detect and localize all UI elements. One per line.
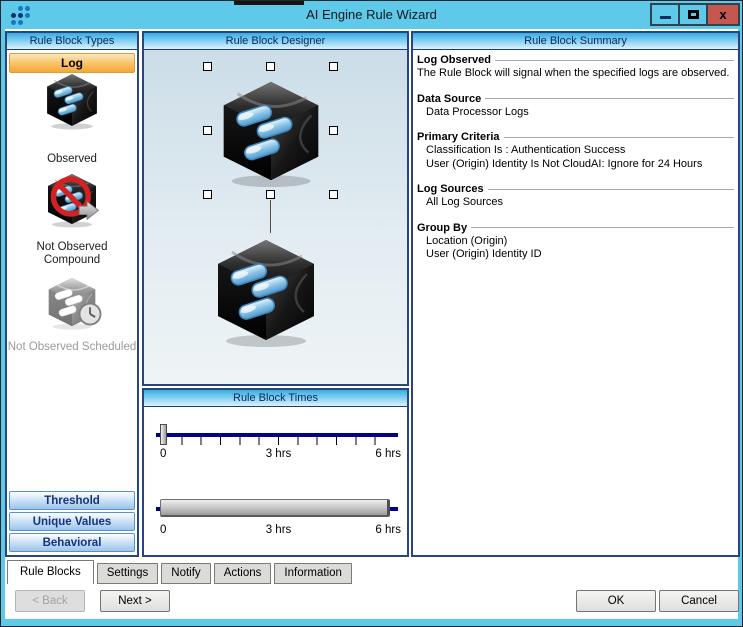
window-title: AI Engine Rule Wizard <box>1 7 742 22</box>
tick-label-3hrs: 3 hrs <box>266 448 292 460</box>
heading-divider <box>471 227 734 228</box>
time-slider-thumb[interactable] <box>160 424 167 445</box>
rule-block-designer-header: Rule Block Designer <box>144 33 407 50</box>
selection-handle-w[interactable] <box>203 126 212 135</box>
section-heading: Log Sources <box>417 182 484 196</box>
type-item-not-observed-compound[interactable]: Not Observed Compound <box>7 241 137 267</box>
summary-body: Log Observed The Rule Block will signal … <box>413 50 738 555</box>
section-line: User (Origin) Identity ID <box>417 248 734 262</box>
selection-handle-e[interactable] <box>329 126 338 135</box>
not-observed-scheduled-icon[interactable] <box>43 273 101 331</box>
close-button[interactable]: x <box>706 3 740 26</box>
rule-block-times-panel: Rule Block Times 0 3 hrs 6 hrs 0 3 hrs 6… <box>142 388 409 557</box>
window-controls: x <box>652 3 740 26</box>
ai-engine-rule-wizard-window: AI Engine Rule Wizard x Rule Block Types… <box>0 0 743 627</box>
selection-handle-sw[interactable] <box>203 190 212 199</box>
designer-canvas[interactable] <box>144 50 407 384</box>
section-heading: Data Source <box>417 92 481 106</box>
tick-label-3hrs: 3 hrs <box>266 524 292 536</box>
rule-block-cube-second[interactable] <box>206 230 326 350</box>
unique-values-button[interactable]: Unique Values <box>9 512 135 531</box>
observed-cube-icon[interactable] <box>41 69 103 131</box>
range-slider-bar[interactable] <box>160 499 390 517</box>
range-slider-labels: 0 3 hrs 6 hrs <box>156 524 401 537</box>
time-slider-ticks <box>162 437 394 445</box>
tab-settings[interactable]: Settings <box>97 563 159 584</box>
rule-block-types-header: Rule Block Types <box>7 33 137 50</box>
heading-divider <box>495 60 734 61</box>
tab-information[interactable]: Information <box>274 563 352 584</box>
next-button[interactable]: Next > <box>100 590 170 612</box>
selection-handle-s[interactable] <box>266 190 275 199</box>
section-line: All Log Sources <box>417 196 734 210</box>
section-line: Data Processor Logs <box>417 106 734 120</box>
tick-label-0: 0 <box>160 448 166 460</box>
maximize-button[interactable] <box>678 3 708 26</box>
section-heading: Group By <box>417 221 467 235</box>
section-line: Location (Origin) <box>417 235 734 249</box>
section-heading: Log Observed <box>417 53 491 67</box>
summary-section-log-sources: Log Sources All Log Sources <box>417 182 734 210</box>
rule-block-summary-panel: Rule Block Summary Log Observed The Rule… <box>411 31 740 557</box>
section-line: The Rule Block will signal when the spec… <box>417 67 734 81</box>
cancel-button[interactable]: Cancel <box>659 590 739 612</box>
tick-label-0: 0 <box>160 524 166 536</box>
block-connector-line <box>270 200 272 233</box>
behavioral-button[interactable]: Behavioral <box>9 533 135 552</box>
selection-handle-ne[interactable] <box>329 62 338 71</box>
time-slider-labels: 0 3 hrs 6 hrs <box>156 448 401 461</box>
summary-section-primary-criteria: Primary Criteria Classification Is : Aut… <box>417 130 734 171</box>
section-line: Classification Is : Authentication Succe… <box>417 144 734 158</box>
rule-block-times-header: Rule Block Times <box>144 390 407 407</box>
type-item-observed[interactable]: Observed <box>7 153 137 166</box>
heading-divider <box>488 189 734 190</box>
times-body: 0 3 hrs 6 hrs 0 3 hrs 6 hrs <box>144 407 407 555</box>
section-heading: Primary Criteria <box>417 130 500 144</box>
threshold-button[interactable]: Threshold <box>9 491 135 510</box>
tab-actions[interactable]: Actions <box>214 563 272 584</box>
wizard-tab-bar: Rule Blocks Settings Notify Actions Info… <box>7 558 355 584</box>
back-button: < Back <box>15 590 85 612</box>
selection-handle-nw[interactable] <box>203 62 212 71</box>
tick-label-6hrs: 6 hrs <box>375 524 401 536</box>
ok-button[interactable]: OK <box>576 590 656 612</box>
rule-block-types-panel: Rule Block Types Log Observed Not Observ… <box>5 31 139 557</box>
rule-block-summary-header: Rule Block Summary <box>413 33 738 50</box>
title-bar[interactable]: AI Engine Rule Wizard x <box>1 1 742 29</box>
dialog-content: Rule Block Types Log Observed Not Observ… <box>5 29 738 619</box>
summary-section-data-source: Data Source Data Processor Logs <box>417 92 734 120</box>
close-icon: x <box>719 8 726 21</box>
not-observed-compound-icon[interactable] <box>42 169 102 229</box>
selection-handle-n[interactable] <box>266 62 275 71</box>
rule-block-cube-selected[interactable] <box>212 72 330 190</box>
heading-divider <box>504 137 734 138</box>
summary-section-log-observed: Log Observed The Rule Block will signal … <box>417 53 734 81</box>
tick-label-6hrs: 6 hrs <box>375 448 401 460</box>
section-line: User (Origin) Identity Is Not CloudAI: I… <box>417 158 734 172</box>
tab-notify[interactable]: Notify <box>161 563 210 584</box>
heading-divider <box>485 98 734 99</box>
selection-handle-se[interactable] <box>329 190 338 199</box>
summary-section-group-by: Group By Location (Origin) User (Origin)… <box>417 221 734 262</box>
tab-rule-blocks[interactable]: Rule Blocks <box>7 560 94 584</box>
rule-block-designer-panel: Rule Block Designer <box>142 31 409 386</box>
type-item-not-observed-scheduled[interactable]: Not Observed Scheduled <box>7 341 137 354</box>
minimize-button[interactable] <box>650 3 680 26</box>
minimize-icon <box>660 16 671 19</box>
maximize-icon <box>688 10 699 19</box>
